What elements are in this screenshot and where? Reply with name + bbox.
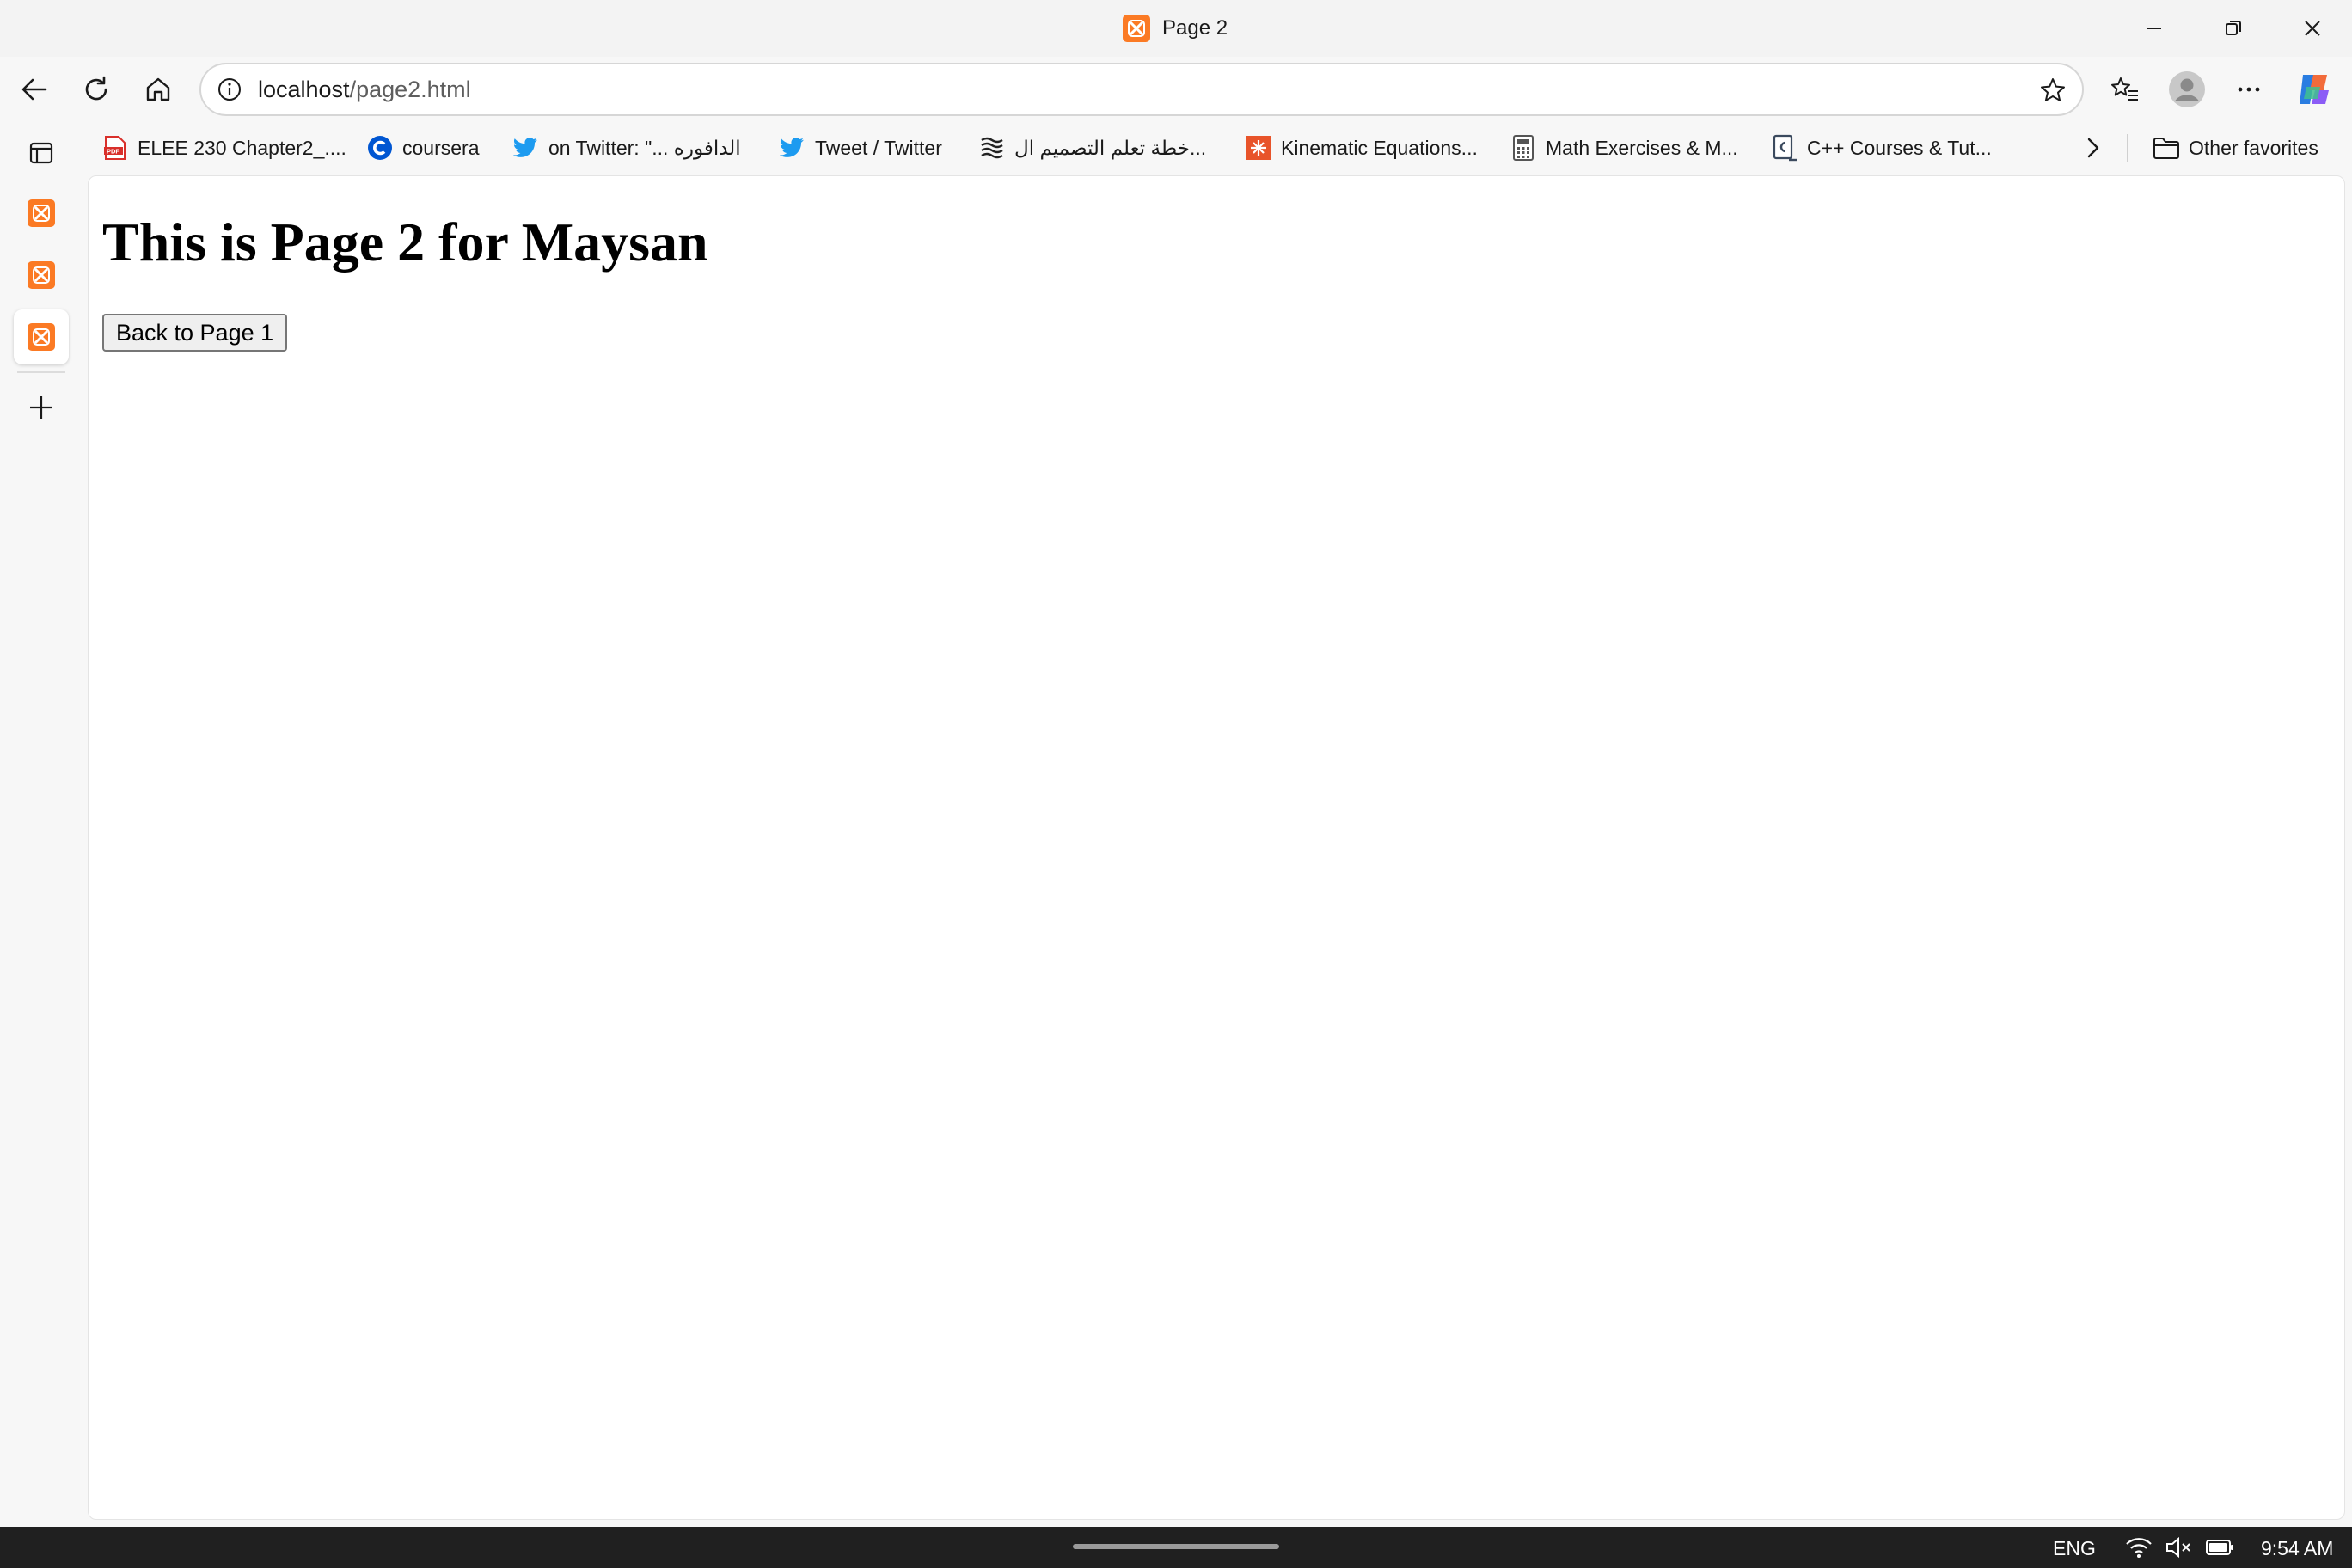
profile-icon	[2169, 71, 2205, 107]
plus-icon	[30, 396, 52, 419]
calculator-icon	[1510, 134, 1537, 162]
favorite-item-design-plan[interactable]: خطة تعلم التصميم ال...	[978, 131, 1206, 165]
refresh-icon	[85, 76, 107, 101]
taskbar-handle[interactable]	[1073, 1544, 1279, 1549]
tab-strip-divider	[17, 371, 65, 373]
favorite-label: خطة تعلم التصميم ال...	[1014, 136, 1207, 159]
pattern-icon	[978, 134, 1006, 162]
back-to-page-1-button[interactable]: Back to Page 1	[102, 314, 288, 352]
xampp-icon	[28, 261, 55, 289]
volume-muted-icon[interactable]	[2163, 1534, 2194, 1561]
tab-actions-button[interactable]	[14, 126, 69, 181]
favorites-button[interactable]	[2101, 65, 2149, 113]
back-button[interactable]	[10, 65, 58, 113]
restore-button[interactable]	[2194, 0, 2273, 57]
favorite-star-icon	[2041, 78, 2065, 101]
cpp-icon	[1771, 134, 1798, 162]
pdf-icon: PDF	[101, 134, 129, 162]
back-icon	[21, 78, 47, 101]
page-heading: This is Page 2 for Maysan	[102, 211, 708, 273]
minimize-button[interactable]	[2115, 0, 2194, 57]
favorite-item-kinematics[interactable]: Kinematic Equations...	[1245, 131, 1478, 165]
copilot-icon	[2300, 75, 2329, 104]
more-button[interactable]	[2225, 65, 2273, 113]
tab-xampp-3-active[interactable]	[14, 309, 69, 364]
vertical-tab-strip	[0, 122, 83, 1523]
profile-button[interactable]	[2163, 65, 2211, 113]
title-bar: Page 2	[0, 0, 2352, 57]
window-title-group: Page 2	[1123, 12, 1228, 45]
refresh-button[interactable]	[72, 65, 120, 113]
favorites-bar: PDF ELEE 230 Chapter2_.... coursera on T…	[89, 124, 2352, 172]
new-tab-button[interactable]	[14, 380, 69, 435]
folder-icon	[2153, 134, 2180, 162]
favorite-star-button[interactable]	[2036, 73, 2070, 107]
other-favorites-label: Other favorites	[2189, 136, 2318, 159]
favorites-divider	[2127, 134, 2128, 162]
copilot-button[interactable]	[2290, 65, 2338, 113]
web-page-content: This is Page 2 for Maysan Back to Page 1	[88, 175, 2345, 1520]
address-bar[interactable]: localhost/page2.html	[199, 63, 2084, 116]
battery-icon[interactable]	[2204, 1534, 2235, 1561]
favorite-item-math[interactable]: Math Exercises & M...	[1510, 131, 1738, 165]
favorites-icon	[2111, 77, 2138, 101]
home-button[interactable]	[134, 65, 182, 113]
favorite-label: C++ Courses & Tut...	[1807, 136, 1992, 159]
favorite-label: on Twitter: "... الدافوره	[548, 136, 741, 159]
tab-xampp-1[interactable]	[14, 186, 69, 241]
favorite-item-pdf[interactable]: PDF ELEE 230 Chapter2_....	[101, 131, 346, 165]
coursera-icon	[366, 134, 394, 162]
other-favorites-folder[interactable]: Other favorites	[2153, 131, 2318, 165]
url-text[interactable]: localhost/page2.html	[258, 77, 471, 103]
favorite-item-coursera[interactable]: coursera	[366, 131, 479, 165]
favorite-item-cpp[interactable]: C++ Courses & Tut...	[1771, 131, 1992, 165]
home-icon	[146, 77, 170, 101]
tab-actions-icon	[29, 142, 53, 164]
chevron-right-icon	[2079, 134, 2106, 162]
more-icon	[2238, 87, 2260, 92]
wifi-icon[interactable]	[2123, 1534, 2154, 1561]
language-indicator[interactable]: ENG	[2053, 1537, 2096, 1560]
url-host: localhost	[258, 77, 350, 102]
favorite-item-twitter-1[interactable]: on Twitter: "... الدافوره	[512, 131, 741, 165]
favorite-label: Tweet / Twitter	[815, 136, 942, 159]
favorite-label: ELEE 230 Chapter2_....	[138, 136, 346, 159]
xampp-icon	[28, 323, 55, 351]
taskbar: ENG 9:54 AM	[0, 1527, 2352, 1568]
favorite-label: coursera	[402, 136, 480, 159]
close-button[interactable]	[2273, 0, 2352, 57]
twitter-icon	[512, 134, 540, 162]
minimize-icon	[2147, 28, 2161, 29]
navigation-bar: localhost/page2.html	[0, 57, 2352, 122]
xampp-icon	[1123, 15, 1150, 42]
favorite-item-twitter-2[interactable]: Tweet / Twitter	[779, 131, 942, 165]
window-title: Page 2	[1162, 16, 1228, 40]
favorite-label: Kinematic Equations...	[1281, 136, 1478, 159]
url-path: /page2.html	[349, 77, 471, 102]
kinematics-icon	[1245, 134, 1272, 162]
restore-icon	[2226, 21, 2241, 35]
clock-time[interactable]: 9:54 AM	[2261, 1537, 2333, 1560]
favorites-overflow-button[interactable]	[2079, 131, 2106, 165]
site-info-icon[interactable]	[215, 75, 244, 104]
tab-xampp-2[interactable]	[14, 248, 69, 303]
svg-text:PDF: PDF	[107, 148, 119, 156]
favorite-label: Math Exercises & M...	[1546, 136, 1738, 159]
xampp-icon	[28, 199, 55, 227]
twitter-icon	[779, 134, 806, 162]
close-icon	[2305, 21, 2320, 36]
